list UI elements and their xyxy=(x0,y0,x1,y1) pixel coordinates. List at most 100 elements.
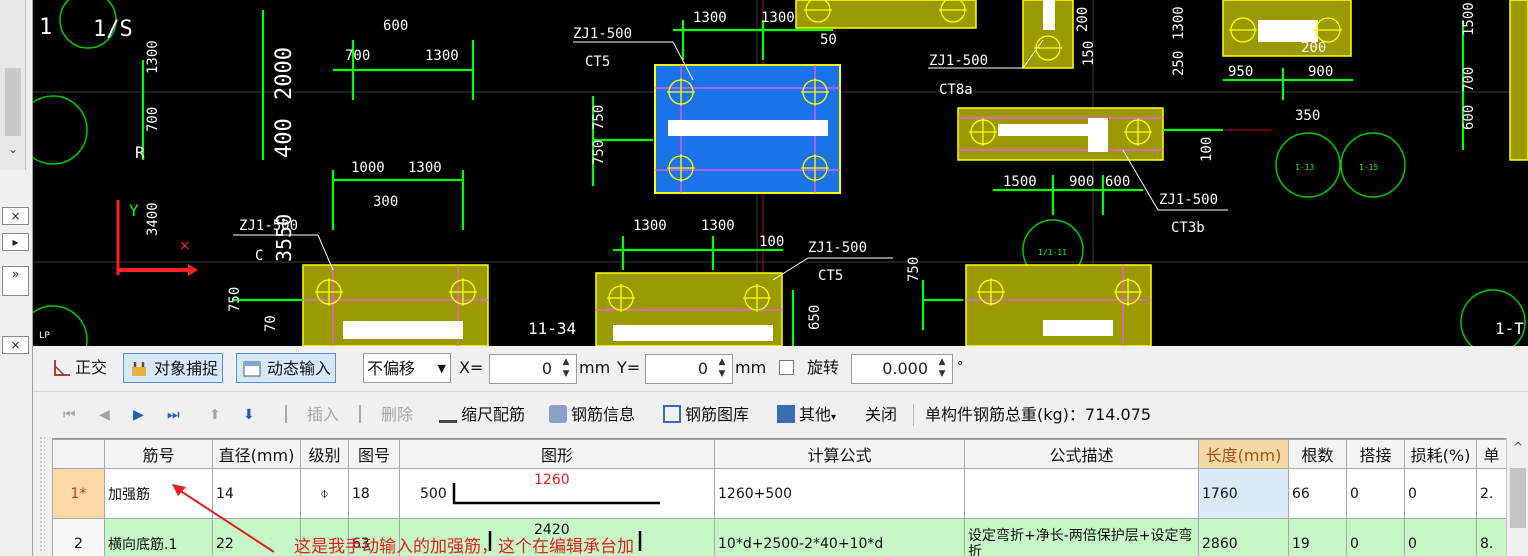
cell-loss[interactable]: 0 xyxy=(1404,468,1477,519)
cell-shape[interactable]: 500 1260 xyxy=(399,468,715,519)
chevron-down-icon[interactable]: ⌄ xyxy=(3,142,23,162)
row-number[interactable]: 1* xyxy=(52,468,105,519)
other-menu-button[interactable]: 其他▾ xyxy=(777,402,836,428)
cell-length[interactable]: 2860 xyxy=(1198,518,1289,556)
column-header[interactable]: 级别 xyxy=(300,439,349,469)
cell-count[interactable]: 66 xyxy=(1288,468,1347,519)
cell-grade[interactable]: ⌽ xyxy=(300,468,349,519)
dim-1300: 1300 xyxy=(761,10,795,26)
cell-unit[interactable]: 2. xyxy=(1476,468,1507,519)
dim-1000: 1000 xyxy=(351,160,385,176)
scale-rebar-button[interactable]: 缩尺配筋 xyxy=(439,402,525,428)
close-icon[interactable]: × xyxy=(2,207,29,225)
other-icon xyxy=(777,405,795,423)
cell-description[interactable] xyxy=(964,468,1199,519)
column-header[interactable]: 公式描述 xyxy=(964,439,1199,469)
next-record-icon[interactable]: ▶ xyxy=(133,402,144,428)
dim-900: 900 xyxy=(1308,64,1333,80)
delete-button[interactable]: 删除 xyxy=(359,402,413,428)
other-label: 其他 xyxy=(799,405,832,424)
circle-label-111: 1/1-11 xyxy=(1038,248,1067,257)
table-header-row: 筋号 直径(mm) 级别 图号 图形 计算公式 公式描述 长度(mm) 根数 搭接 损耗(%) 单 xyxy=(52,439,1507,469)
axis-label-1s: 1/S xyxy=(93,17,133,42)
dim-650: 650 xyxy=(807,305,823,330)
column-header[interactable]: 损耗(%) xyxy=(1404,439,1477,469)
cad-drawing-canvas[interactable]: × ZJ1-500 CT5 ZJ1-500 CT8a ZJ1-500 CT3b … xyxy=(33,0,1528,346)
offset-select[interactable]: 不偏移 ▼ xyxy=(363,353,451,383)
close-icon[interactable]: × xyxy=(2,336,29,354)
rebar-library-button[interactable]: 钢筋图库 xyxy=(663,402,749,428)
column-header[interactable]: 图号 xyxy=(348,439,400,469)
dim-750: 750 xyxy=(906,257,922,282)
dim-100: 100 xyxy=(759,234,784,250)
scrollbar-thumb[interactable] xyxy=(5,68,21,136)
ortho-button[interactable]: 正交 xyxy=(47,353,111,383)
x-spinner[interactable]: ▲ ▼ xyxy=(558,356,574,382)
arrow-right-icon[interactable]: ▸ xyxy=(2,233,29,251)
rotate-spinner[interactable]: ▲ ▼ xyxy=(934,356,950,382)
annotation-arrow xyxy=(172,484,275,553)
column-header[interactable]: 图形 xyxy=(399,439,715,469)
object-snap-button[interactable]: 对象捕捉 xyxy=(123,353,224,383)
insert-label: 插入 xyxy=(307,405,340,424)
rotate-input[interactable]: 0.000 ▲ ▼ xyxy=(851,354,953,384)
rotate-label: 旋转 xyxy=(807,358,840,377)
dim-200: 200 xyxy=(1075,7,1091,32)
prev-record-icon[interactable]: ◀ xyxy=(99,402,110,428)
table-vertical-scrollbar[interactable]: ^ xyxy=(1506,438,1528,556)
dim-1300: 1300 xyxy=(145,40,161,74)
column-header[interactable]: 计算公式 xyxy=(714,439,965,469)
scale-rebar-label: 缩尺配筋 xyxy=(461,405,526,424)
column-header[interactable]: 根数 xyxy=(1288,439,1347,469)
row-number[interactable]: 2 xyxy=(52,518,105,556)
pile-label-zj-b: ZJ1-500 xyxy=(929,53,988,69)
cell-loss[interactable]: 0 xyxy=(1404,518,1477,556)
dim-700: 700 xyxy=(1461,67,1477,92)
column-header[interactable]: 长度(mm) xyxy=(1198,439,1289,469)
chevron-up-icon[interactable]: ^ xyxy=(1510,440,1526,458)
column-header[interactable]: 筋号 xyxy=(104,439,213,469)
cad-drawing: × ZJ1-500 CT5 ZJ1-500 CT8a ZJ1-500 CT3b … xyxy=(33,0,1528,346)
y-spinner[interactable]: ▲ ▼ xyxy=(714,356,730,382)
cell-count[interactable]: 19 xyxy=(1288,518,1347,556)
pile-label-zj-c: ZJ1-500 xyxy=(1159,192,1218,208)
column-header[interactable]: 直径(mm) xyxy=(212,439,301,469)
cap-label-ct3b: CT3b xyxy=(1171,220,1205,236)
shape-leg-length: 500 xyxy=(420,486,447,502)
move-up-icon[interactable]: ⬆ xyxy=(209,402,221,428)
dim-750: 750 xyxy=(227,287,243,312)
object-snap-label: 对象捕捉 xyxy=(154,359,219,378)
pile-label-zj-a: ZJ1-500 xyxy=(573,26,632,42)
dynamic-input-button[interactable]: 动态输入 xyxy=(236,353,337,383)
column-header[interactable]: 单 xyxy=(1476,439,1507,469)
first-record-icon[interactable]: ⏮ xyxy=(63,402,76,428)
insert-button[interactable]: 插入 xyxy=(285,402,339,428)
x-input[interactable]: 0 ▲ ▼ xyxy=(489,354,577,384)
y-input[interactable]: 0 ▲ ▼ xyxy=(645,354,733,384)
last-record-icon[interactable]: ⏭ xyxy=(167,402,180,428)
cell-figure[interactable]: 18 xyxy=(348,468,400,519)
dim-1500: 1500 xyxy=(1003,174,1037,190)
left-panel-scrollbar[interactable]: ⌄ xyxy=(0,0,26,170)
rotate-checkbox[interactable] xyxy=(779,360,794,375)
grid-label-1t: 1-T xyxy=(1495,319,1524,338)
cell-unit[interactable]: 8. xyxy=(1476,518,1507,556)
column-header[interactable] xyxy=(52,439,105,469)
cell-lap[interactable]: 0 xyxy=(1346,518,1405,556)
cell-formula[interactable]: 10*d+2500-2*40+10*d xyxy=(714,518,965,556)
dim-3400: 3400 xyxy=(145,202,161,236)
insert-icon xyxy=(285,405,303,423)
dim-950: 950 xyxy=(1228,64,1253,80)
cell-formula[interactable]: 1260+500 xyxy=(714,468,965,519)
total-weight-value: 714.075 xyxy=(1084,405,1152,424)
cell-lap[interactable]: 0 xyxy=(1346,468,1405,519)
cell-length[interactable]: 1760 xyxy=(1198,468,1289,519)
move-down-icon[interactable]: ⬇ xyxy=(243,402,255,428)
dim-1300: 1300 xyxy=(1171,6,1187,40)
rebar-info-button[interactable]: 钢筋信息 xyxy=(549,402,635,428)
close-button[interactable]: 关闭 xyxy=(865,402,897,428)
scrollbar-thumb[interactable] xyxy=(1510,468,1526,528)
column-header[interactable]: 搭接 xyxy=(1346,439,1405,469)
cell-description[interactable]: 设定弯折+净长-两倍保护层+设定弯折 xyxy=(964,518,1199,556)
expand-icon[interactable]: » xyxy=(2,266,29,296)
